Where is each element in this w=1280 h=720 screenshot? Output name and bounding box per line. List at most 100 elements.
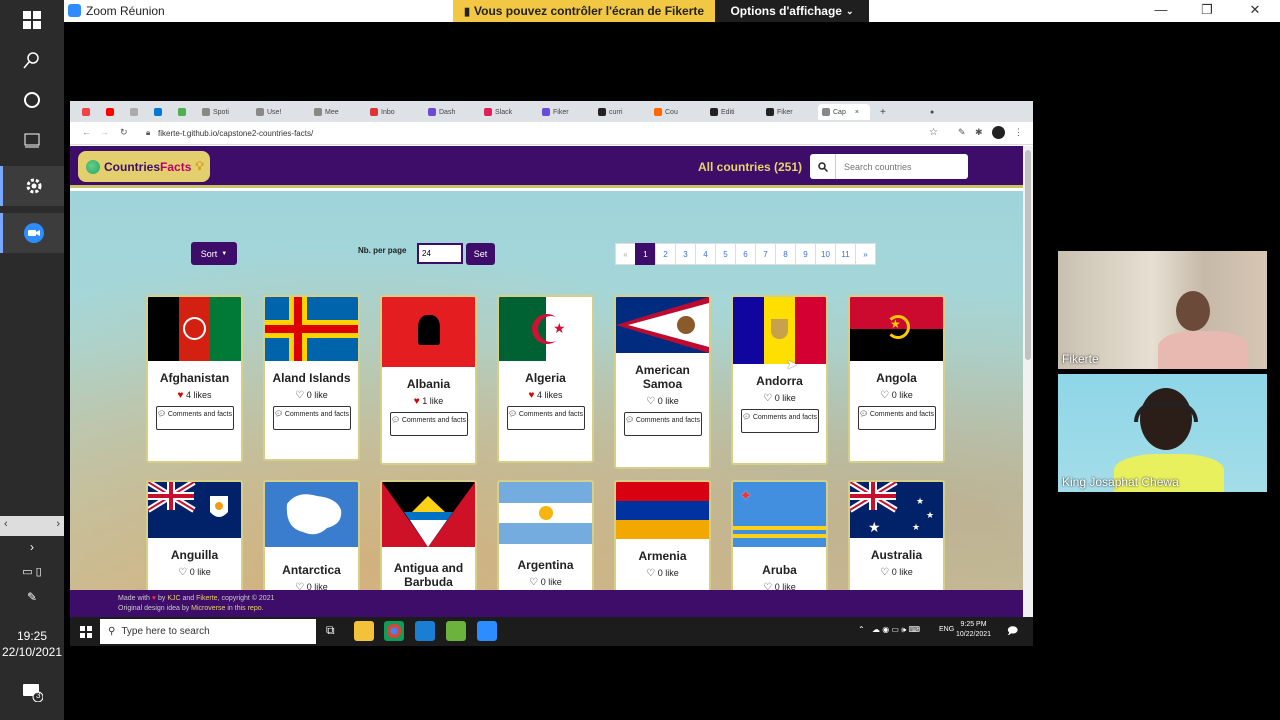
tab-1[interactable]: Spoti: [202, 104, 229, 120]
zoom-taskbar-icon[interactable]: [477, 621, 497, 641]
comments-button[interactable]: 💬︎ Comments and facts: [857, 406, 936, 430]
like-counter[interactable]: ♡ 0 like: [499, 577, 592, 588]
author-link[interactable]: KJC: [167, 595, 180, 602]
participant-video-tile[interactable]: Fikerte: [1058, 251, 1267, 369]
puzzle-icon[interactable]: ✱: [975, 127, 983, 138]
all-countries-link[interactable]: All countries (251): [698, 160, 802, 174]
tab-11[interactable]: Fiker: [766, 104, 793, 120]
heart-outline-icon[interactable]: ♡: [178, 567, 187, 578]
page-2[interactable]: 2: [655, 243, 676, 265]
tab-azure[interactable]: [154, 104, 162, 120]
chevron-right-icon[interactable]: ›: [0, 536, 64, 558]
comments-button[interactable]: 💬︎ Comments and facts: [155, 406, 234, 430]
heart-outline-icon[interactable]: ♡: [295, 390, 304, 401]
like-counter[interactable]: ♡ 0 like: [616, 568, 709, 579]
like-counter[interactable]: ♡ 0 like: [850, 567, 943, 578]
heart-outline-icon[interactable]: ♡: [763, 582, 772, 590]
tab-menu[interactable]: [130, 104, 138, 120]
tab-7[interactable]: Fiker: [542, 104, 569, 120]
heart-outline-icon[interactable]: ♡: [763, 393, 772, 404]
cortana-icon[interactable]: [0, 80, 64, 120]
tray-icons[interactable]: ☁ ◉ ▭ 🕪︎ ⌨︎: [872, 625, 920, 635]
search-countries-input[interactable]: [836, 154, 966, 179]
notification-icon[interactable]: 3: [0, 672, 64, 712]
url-field[interactable]: fikerte-t.github.io/capstone2-countries-…: [158, 129, 313, 138]
page-prev[interactable]: «: [615, 243, 636, 265]
like-counter[interactable]: ♡ 0 like: [733, 393, 826, 404]
tab-back-icon[interactable]: [82, 104, 90, 120]
heart-outline-icon[interactable]: ♡: [880, 567, 889, 578]
scroll-left-icon[interactable]: ‹: [4, 518, 8, 530]
heart-outline-icon[interactable]: ♡: [880, 390, 889, 401]
file-explorer-icon[interactable]: [354, 621, 374, 641]
like-counter[interactable]: ♥ 1 like: [382, 396, 475, 407]
taskbar-clock[interactable]: 9:25 PM 10/22/2021: [956, 620, 991, 640]
start-icon[interactable]: [80, 625, 92, 643]
page-6[interactable]: 6: [735, 243, 756, 265]
repo-link[interactable]: this repo.: [235, 605, 264, 612]
tab-2[interactable]: Use!: [256, 104, 281, 120]
page-5[interactable]: 5: [715, 243, 736, 265]
tab-active[interactable]: Cap ×: [818, 104, 870, 120]
tab-8[interactable]: curri: [598, 104, 623, 120]
like-counter[interactable]: ♥ 4 likes: [499, 390, 592, 401]
like-counter[interactable]: ♡ 0 like: [850, 390, 943, 401]
sort-dropdown-button[interactable]: Sort ▼: [191, 242, 237, 265]
author-link[interactable]: Fikerte: [196, 595, 217, 602]
page-next[interactable]: »: [855, 243, 876, 265]
page-8[interactable]: 8: [775, 243, 796, 265]
comments-button[interactable]: 💬︎ Comments and facts: [740, 409, 819, 433]
heart-outline-icon[interactable]: ♡: [295, 582, 304, 590]
comments-button[interactable]: 💬︎ Comments and facts: [506, 406, 585, 430]
like-counter[interactable]: ♥ 4 likes: [148, 390, 241, 401]
forward-icon[interactable]: →: [100, 127, 109, 137]
pen-icon[interactable]: ✎: [0, 586, 64, 608]
like-counter[interactable]: ♡ 0 like: [265, 390, 358, 401]
scroll-arrows[interactable]: ‹ ›: [0, 516, 64, 536]
minimize-button[interactable]: —: [1146, 2, 1176, 20]
site-logo[interactable]: CountriesFacts 💡︎: [78, 151, 210, 182]
tab-6[interactable]: Slack: [484, 104, 512, 120]
participant-video-tile[interactable]: King Josaphat Chewa: [1058, 374, 1267, 492]
tab-search-icon[interactable]: ●: [930, 104, 934, 120]
star-icon[interactable]: ☆: [929, 127, 938, 138]
page-11[interactable]: 11: [835, 243, 856, 265]
set-button[interactable]: Set: [466, 243, 495, 265]
like-counter[interactable]: ♡ 0 like: [733, 582, 826, 590]
taskbar-search[interactable]: ⚲ Type here to search: [100, 619, 316, 644]
page-4[interactable]: 4: [695, 243, 716, 265]
tray-chevron-icon[interactable]: ⌃: [858, 625, 865, 634]
back-icon[interactable]: ←: [82, 127, 91, 137]
like-counter[interactable]: ♡ 0 like: [616, 396, 709, 407]
action-center-icon[interactable]: 🗩︎: [1007, 624, 1018, 641]
search-icon[interactable]: [810, 154, 836, 179]
tab-drive[interactable]: [178, 104, 186, 120]
tab-4[interactable]: Inbo: [370, 104, 395, 120]
page-3[interactable]: 3: [675, 243, 696, 265]
scroll-thumb[interactable]: [1025, 150, 1031, 360]
heart-outline-icon[interactable]: ♡: [646, 568, 655, 579]
heart-filled-icon[interactable]: ♥: [414, 396, 420, 407]
windows-start-icon[interactable]: [0, 0, 64, 40]
tab-5[interactable]: Dash: [428, 104, 455, 120]
comments-button[interactable]: 💬︎ Comments and facts: [623, 412, 702, 436]
task-view-icon[interactable]: [0, 120, 64, 160]
microverse-link[interactable]: Microverse: [191, 605, 225, 612]
page-10[interactable]: 10: [815, 243, 836, 265]
search-icon[interactable]: [0, 40, 64, 80]
profile-avatar[interactable]: [992, 126, 1005, 139]
heart-outline-icon[interactable]: ♡: [529, 577, 538, 588]
like-counter[interactable]: ♡ 0 like: [265, 582, 358, 590]
new-tab-icon[interactable]: +: [880, 104, 886, 120]
chrome-icon[interactable]: [384, 621, 404, 641]
android-studio-icon[interactable]: [446, 621, 466, 641]
restore-button[interactable]: ❐: [1192, 2, 1222, 20]
kebab-menu-icon[interactable]: ⋮: [1014, 127, 1023, 138]
site-scrollbar[interactable]: [1023, 146, 1033, 646]
heart-filled-icon[interactable]: ♥: [178, 390, 184, 401]
tab-10[interactable]: Editi: [710, 104, 735, 120]
heart-filled-icon[interactable]: ♥: [529, 390, 535, 401]
vscode-icon[interactable]: [415, 621, 435, 641]
system-clock[interactable]: 19:25 22/10/2021: [0, 628, 64, 660]
tab-3[interactable]: Mee: [314, 104, 339, 120]
